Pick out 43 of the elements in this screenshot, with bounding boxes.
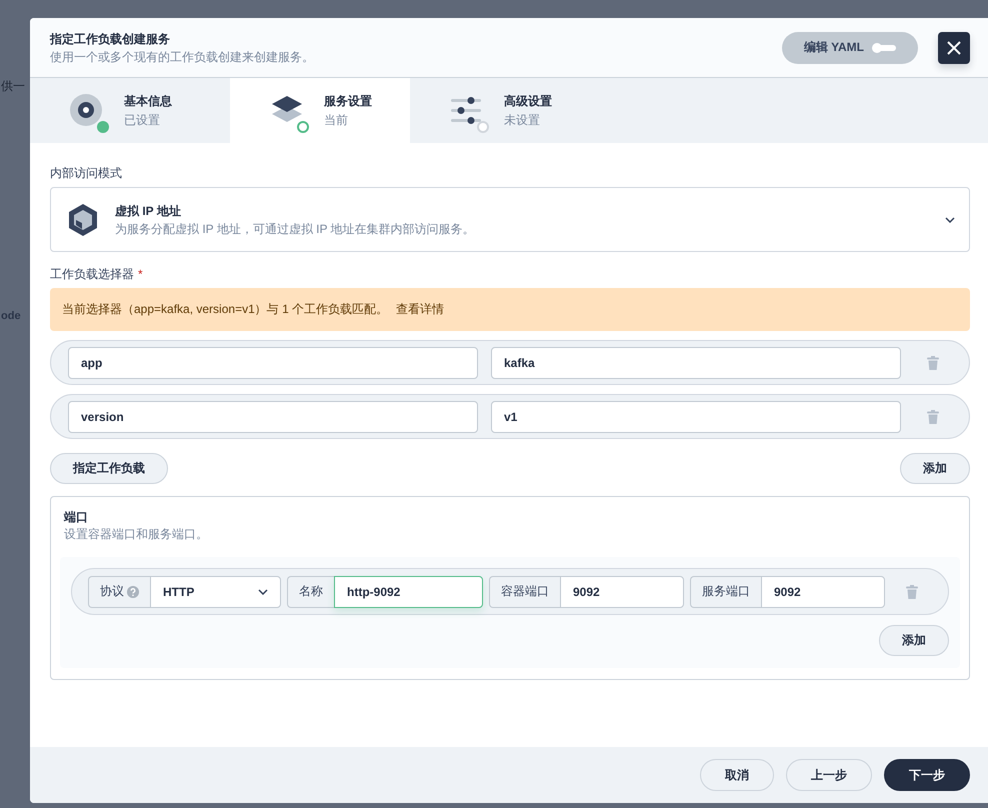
service-port-label: 服务端口 [690, 576, 761, 608]
alert-text: 当前选择器（app=kafka, version=v1）与 1 个工作负载匹配。 [62, 301, 388, 318]
value-input[interactable]: v1 [491, 400, 901, 432]
section-title: 端口 [62, 509, 89, 525]
option-description: 为服务分配虚拟 IP 地址，可通过虚拟 IP 地址在集群内部访问服务。 [115, 220, 475, 238]
field-label: 内部访问模式 [50, 165, 123, 181]
help-icon[interactable] [127, 586, 139, 598]
specify-workload-button[interactable]: 指定工作负载 [50, 453, 168, 484]
key-input[interactable]: version [68, 400, 478, 432]
next-button[interactable]: 下一步 [884, 759, 970, 791]
chevron-down-icon [945, 216, 955, 222]
required-mark: * [138, 267, 143, 281]
section-description: 设置容器端口和服务端口。 [63, 526, 209, 543]
trash-icon[interactable] [927, 410, 939, 424]
dialog-title: 指定工作负载创建服务 [50, 30, 171, 48]
access-mode-select[interactable]: 虚拟 IP 地址 为服务分配虚拟 IP 地址，可通过虚拟 IP 地址在集群内部访问服务。 [50, 187, 970, 252]
previous-button[interactable]: 上一步 [786, 759, 872, 791]
disc-icon [70, 94, 104, 128]
protocol-label: 协议 [88, 576, 150, 608]
close-icon [947, 40, 961, 54]
add-button[interactable]: 添加 [900, 453, 970, 484]
cancel-button[interactable]: 取消 [700, 759, 774, 791]
step-tab[interactable]: 服务设置 当前 [230, 78, 410, 143]
container-port-label: 容器端口 [489, 576, 560, 608]
protocol-select[interactable]: HTTP [150, 576, 281, 608]
background-text: 供一 [1, 78, 25, 95]
trash-icon[interactable] [927, 356, 939, 370]
chevron-down-icon [258, 588, 268, 594]
service-port-input[interactable]: 9092 [761, 576, 885, 608]
container-port-input[interactable]: 9092 [560, 576, 684, 608]
view-details-link[interactable]: 查看详情 [396, 301, 444, 318]
key-input[interactable]: app [68, 346, 478, 378]
close-button[interactable] [938, 32, 970, 64]
add-button[interactable]: 添加 [879, 625, 949, 656]
value-input[interactable]: kafka [491, 346, 901, 378]
edit-yaml-toggle[interactable]: 编辑 YAML [782, 32, 918, 64]
dialog-subtitle: 使用一个或多个现有的工作负载创建来创建服务。 [50, 48, 314, 66]
option-title: 虚拟 IP 地址 [115, 202, 182, 220]
name-label: 名称 [287, 576, 334, 608]
field-label: 工作负载选择器 [50, 267, 134, 281]
trash-icon[interactable] [906, 584, 918, 598]
name-input[interactable]: http-9092 [334, 576, 483, 608]
cube-icon [67, 202, 99, 236]
